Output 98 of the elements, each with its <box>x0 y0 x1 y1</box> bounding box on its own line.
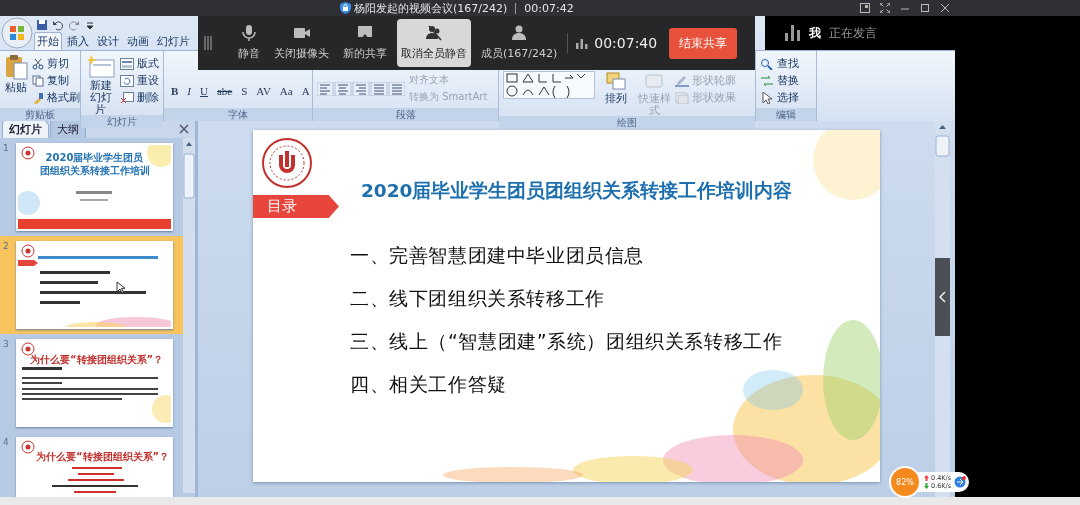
format-button[interactable]: I <box>184 84 194 97</box>
ribbon-button[interactable]: 查找 <box>760 56 799 71</box>
thumbnail-title: 为什么要“转接团组织关系”？ <box>36 451 170 463</box>
find-icon <box>760 57 774 70</box>
arrange-icon <box>605 71 627 91</box>
end-share-button[interactable]: 结束共享 <box>669 27 738 59</box>
toolbar-button[interactable]: 新的共享 <box>339 19 391 67</box>
format-button[interactable]: S <box>238 84 251 97</box>
new-slide-icon <box>86 54 115 78</box>
scissors-icon <box>32 57 44 70</box>
copy-icon <box>32 74 44 87</box>
format-button[interactable]: U <box>197 84 211 97</box>
meeting-title: 杨阳发起的视频会议(167/242) <box>354 0 508 16</box>
elapsed-time: 00:07:42 <box>524 1 574 15</box>
ribbon-button[interactable]: 重设 <box>120 73 159 88</box>
drag-grip-icon <box>204 36 212 50</box>
slide-number: 2 <box>3 241 10 253</box>
office-button-icon[interactable] <box>1 17 33 49</box>
close-icon <box>940 3 950 13</box>
ribbon-tab[interactable]: 插入 <box>64 32 92 50</box>
toolbar-button[interactable]: 成员(167/242) <box>477 19 562 67</box>
effects-icon <box>675 91 689 104</box>
replace-icon <box>760 74 774 87</box>
people-muted-icon <box>426 25 442 41</box>
thumbnail-row[interactable]: 4 为什么要“转接团组织关系”？ <box>0 432 183 497</box>
section-tag: 目录 <box>253 195 339 218</box>
agenda-item: 一、完善智慧团建中毕业团员信息 <box>350 243 645 268</box>
fullscreen-icon <box>880 3 890 13</box>
quick-styles-icon <box>643 71 665 91</box>
group-label: 剪贴板 <box>0 108 80 121</box>
ribbon-tab[interactable]: 动画 <box>124 32 152 50</box>
speaker-name: 我 <box>809 24 821 42</box>
close-icon[interactable] <box>179 124 189 134</box>
ribbon-button[interactable]: 版式 <box>120 56 159 71</box>
ribbon-button[interactable]: 新建幻灯片 <box>85 54 116 115</box>
maximize-icon <box>920 3 930 13</box>
download-arrow-icon <box>924 483 929 489</box>
ribbon-button[interactable]: 删除 <box>120 90 159 105</box>
ribbon-button[interactable]: 粘贴 <box>4 54 28 93</box>
emblem-logo-icon <box>261 137 313 189</box>
agenda-item: 三、线上（“智慧团建”系统）团组织关系转移工作 <box>350 329 783 354</box>
cursor-icon <box>760 91 774 104</box>
paintbrush-icon <box>32 91 44 104</box>
ribbon-tab[interactable]: 开始 <box>34 32 62 50</box>
ribbon-button[interactable]: 排列 <box>599 71 633 104</box>
signal-bars-icon <box>576 37 589 49</box>
ribbon-button[interactable]: 复制 <box>32 73 80 88</box>
format-button[interactable]: AV <box>253 84 274 97</box>
slide-title: 2020届毕业学生团员团组织关系转接工作培训内容 <box>361 179 793 203</box>
slide-number: 1 <box>3 143 10 155</box>
accelerate-icon <box>954 476 967 488</box>
pen-icon <box>675 74 689 87</box>
slide-number: 3 <box>3 339 10 351</box>
ribbon-button[interactable]: 选择 <box>760 90 799 105</box>
clipboard-icon <box>4 54 28 80</box>
group-label: 编辑 <box>756 108 816 121</box>
group-label: 幻灯片 <box>81 115 163 128</box>
ribbon-tab[interactable]: 设计 <box>94 32 122 50</box>
speaking-bars-icon <box>785 25 801 41</box>
agenda-item: 四、相关工作答疑 <box>350 372 508 397</box>
toolbar-button[interactable]: 取消全员静音 <box>397 19 471 67</box>
format-button[interactable]: Aa <box>276 84 296 97</box>
agenda-item: 二、线下团组织关系转移工作 <box>350 286 606 311</box>
vertical-scrollbar[interactable] <box>183 138 195 493</box>
group-label: 绘图 <box>499 116 755 129</box>
toolbar-button[interactable]: 静音 <box>234 19 264 67</box>
thumbnail-title: 团组织关系转接工作培训 <box>39 164 150 177</box>
format-button[interactable]: A <box>298 84 313 97</box>
collapse-handle[interactable] <box>935 258 950 336</box>
slide-number: 4 <box>3 437 10 449</box>
format-button[interactable]: B <box>168 84 182 97</box>
person-icon <box>511 25 528 41</box>
delete-icon <box>120 91 134 104</box>
mouse-cursor-icon <box>116 281 125 294</box>
lock-icon <box>340 2 351 14</box>
chevron-left-icon <box>939 291 946 303</box>
layout-icon <box>120 57 134 70</box>
ribbon-button[interactable]: 剪切 <box>32 56 80 71</box>
ribbon-button[interactable]: 替换 <box>760 73 799 88</box>
picture-in-picture-icon <box>860 3 870 13</box>
video-camera-icon <box>293 25 310 41</box>
thumbnail-row[interactable]: 1 2020届毕业学生团员 团组织关系转接工作培训 <box>0 138 183 236</box>
speaker-status: 正在发言 <box>829 24 877 42</box>
upload-arrow-icon <box>924 475 929 481</box>
reset-icon <box>120 74 134 87</box>
ribbon-tab[interactable]: 幻灯片 <box>154 32 193 50</box>
format-button[interactable]: abe <box>213 84 236 97</box>
microphone-icon <box>241 25 257 41</box>
ribbon-button[interactable]: 格式刷 <box>32 90 80 105</box>
toolbar-button[interactable]: 关闭摄像头 <box>270 19 333 67</box>
thumbnail-title: 2020届毕业学生团员 <box>44 151 145 164</box>
thumbnail-row[interactable]: 3 为什么要“转接团组织关系”？ <box>0 334 183 432</box>
save-icon[interactable] <box>36 18 48 31</box>
group-label: 字体 <box>164 108 312 121</box>
meeting-timer: 00:07:40 <box>594 35 658 51</box>
thumbnail-title: 为什么要“转接团组织关系”？ <box>30 354 164 366</box>
group-label: 段落 <box>313 108 498 121</box>
undo-icon[interactable] <box>52 18 64 31</box>
